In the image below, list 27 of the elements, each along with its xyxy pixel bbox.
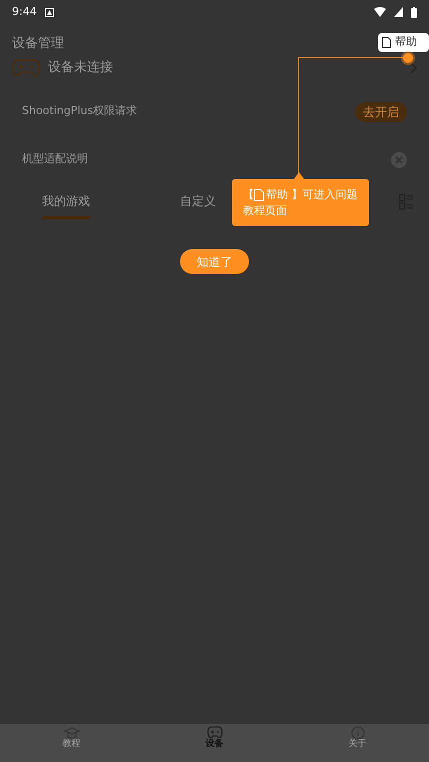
help-button[interactable]: 帮助 <box>378 33 429 52</box>
tooltip-text: 教程页面 <box>243 204 287 217</box>
time-text: 9:44 <box>12 4 37 20</box>
page-title: 设备管理 <box>12 36 64 51</box>
got-it-button[interactable]: 知道了 <box>180 249 249 274</box>
tooltip-text: 帮助 】可进入问题 <box>266 187 358 203</box>
enable-button[interactable]: 去开启 <box>355 102 407 122</box>
wifi-icon <box>374 7 386 17</box>
nav-tab[interactable]: 教程 <box>0 724 143 762</box>
gamepad-icon <box>12 58 40 78</box>
notice-text: 机型适配说明 <box>22 151 88 168</box>
notification-icon <box>44 8 54 16</box>
info-icon <box>350 726 366 740</box>
highlight-dot <box>403 53 413 63</box>
bracket-text: 【 <box>243 187 254 203</box>
tab[interactable]: 我的游戏 <box>42 184 90 222</box>
battery-icon <box>411 6 417 18</box>
signal-icon <box>394 7 403 17</box>
chevron-right-icon <box>410 62 417 74</box>
tab[interactable]: 自定义 <box>180 184 216 214</box>
notice-text: ShootingPlus权限请求 <box>22 103 138 120</box>
graduation-cap-icon <box>64 726 80 740</box>
gamepad-icon <box>206 726 222 740</box>
device-status: 设备未连接 <box>48 58 113 77</box>
nav-tab[interactable]: 关于 <box>286 724 429 762</box>
document-icon <box>382 37 391 48</box>
document-icon <box>254 189 264 201</box>
